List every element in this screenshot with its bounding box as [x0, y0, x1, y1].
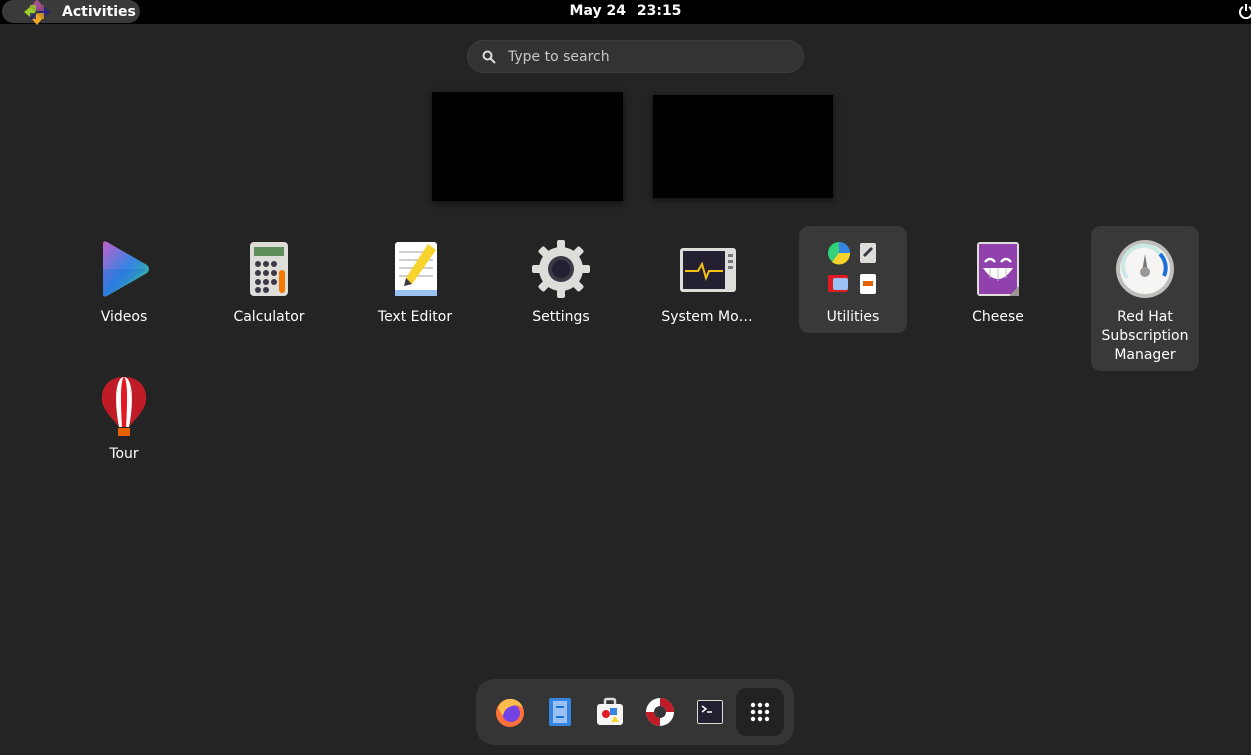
software-icon — [597, 697, 623, 725]
dock-files[interactable] — [536, 688, 584, 736]
system-monitor-icon — [680, 248, 736, 292]
app-settings[interactable]: Settings — [507, 226, 615, 333]
tour-balloon-icon — [101, 377, 147, 436]
app-tour[interactable]: Tour — [70, 363, 178, 470]
text-editor-icon — [395, 242, 437, 296]
dock-terminal[interactable] — [686, 688, 734, 736]
app-utilities-folder[interactable]: Utilities — [799, 226, 907, 333]
search-icon — [482, 50, 496, 64]
firefox-icon — [496, 698, 524, 727]
dock-show-apps[interactable] — [736, 688, 784, 736]
settings-gear-icon — [532, 240, 590, 298]
app-label: Calculator — [233, 309, 305, 325]
app-label: Red Hat Subscription Manager — [1101, 309, 1189, 363]
subscription-manager-icon — [1116, 240, 1174, 298]
app-label: Settings — [532, 309, 590, 325]
app-subscription-manager[interactable]: Red Hat Subscription Manager — [1091, 226, 1199, 371]
dock — [476, 679, 794, 745]
clock-time: 23:15 — [636, 3, 682, 19]
app-label: System Mo… — [661, 309, 753, 325]
app-cheese[interactable]: Cheese — [944, 226, 1052, 333]
dock-software[interactable] — [586, 688, 634, 736]
app-label: Utilities — [826, 309, 880, 325]
app-label: Videos — [100, 309, 148, 325]
utilities-folder-icon — [828, 242, 876, 294]
app-videos[interactable]: Videos — [70, 226, 178, 333]
clock-button[interactable]: May 24 23:15 — [0, 0, 1251, 24]
top-bar: Activities May 24 23:15 — [0, 0, 1251, 25]
files-icon — [549, 698, 571, 726]
power-icon[interactable] — [1238, 3, 1251, 19]
app-label: Text Editor — [377, 309, 453, 325]
cheese-icon — [977, 242, 1019, 296]
show-apps-grid-icon — [750, 702, 770, 722]
search-bar[interactable] — [467, 40, 804, 73]
workspace-thumbnail-2[interactable] — [653, 95, 833, 198]
clock-date: May 24 — [569, 3, 626, 19]
app-label: Cheese — [972, 309, 1024, 325]
help-icon — [646, 698, 674, 726]
dock-help[interactable] — [636, 688, 684, 736]
dock-firefox[interactable] — [486, 688, 534, 736]
app-text-editor[interactable]: Text Editor — [361, 226, 469, 333]
terminal-icon — [697, 700, 723, 724]
workspace-thumbnail-1[interactable] — [432, 92, 623, 201]
app-label: Tour — [109, 446, 139, 462]
calculator-icon — [250, 242, 288, 296]
app-calculator[interactable]: Calculator — [215, 226, 323, 333]
app-system-monitor[interactable]: System Mo… — [653, 226, 761, 333]
search-input[interactable] — [506, 47, 780, 66]
videos-icon — [103, 241, 149, 297]
